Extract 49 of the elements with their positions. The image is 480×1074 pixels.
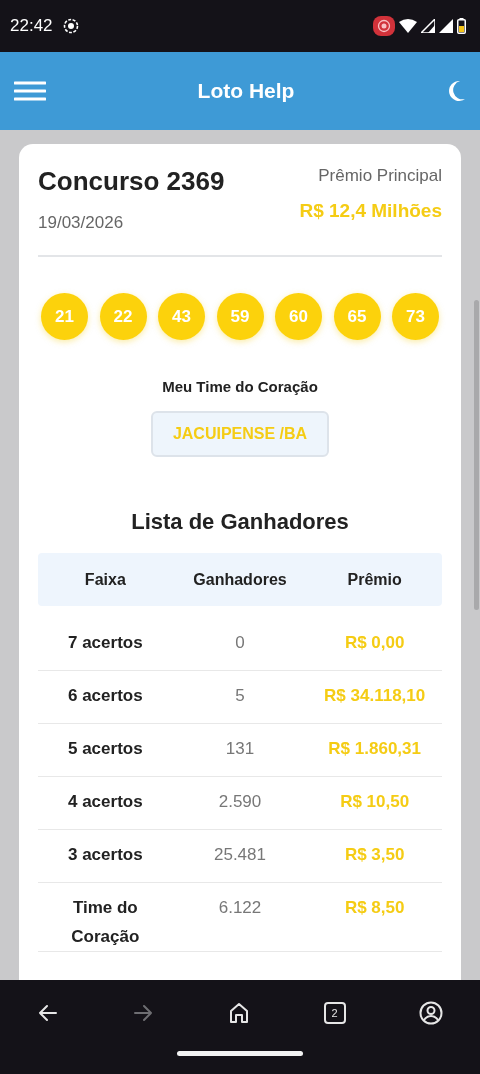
column-header: Prêmio	[346, 570, 403, 589]
winners-cell-text: 131	[224, 738, 256, 760]
tabs-button[interactable]: 2	[323, 1002, 346, 1024]
status-time: 22:42	[10, 16, 53, 36]
tier-cell-text: 6 acertos	[67, 685, 144, 707]
record-icon	[62, 18, 79, 34]
tier-cell-text: 3 acertos	[67, 844, 144, 866]
winners-cell-text: 0	[234, 632, 246, 654]
dark-mode-button[interactable]	[446, 80, 466, 102]
prize-cell-text: R$ 1.860,31	[327, 738, 422, 760]
winners-title: Lista de Ganhadores	[130, 509, 350, 535]
screen-record-icon	[373, 16, 395, 36]
tier-cell-text: Time do Coração	[70, 897, 141, 948]
contest-title: Concurso 2369	[38, 166, 225, 197]
back-button[interactable]	[36, 1002, 59, 1024]
signal-icon	[421, 19, 435, 33]
tier-cell-text: 7 acertos	[67, 632, 144, 654]
number-ball: 65	[333, 293, 381, 340]
menu-button[interactable]	[14, 81, 46, 101]
battery-icon	[457, 18, 466, 34]
winners-cell-text: 6.122	[217, 897, 263, 919]
prize-cell-text: R$ 34.118,10	[323, 685, 427, 707]
number-ball: 21	[41, 293, 88, 340]
app-title: Loto Help	[197, 79, 295, 103]
prize-cell-text: R$ 0,00	[343, 632, 406, 654]
number-ball: 43	[158, 293, 205, 340]
column-header: Faixa	[83, 570, 127, 589]
prize-cell-text: R$ 3,50	[343, 844, 406, 866]
prize-label: Prêmio Principal	[317, 166, 442, 186]
number-ball: 22	[99, 293, 147, 340]
column-header: Ganhadores	[192, 570, 288, 589]
prize-value: R$ 12,4 Milhões	[299, 200, 442, 222]
team-label: Meu Time do Coração	[161, 378, 319, 395]
prize-cell-text: R$ 8,50	[343, 897, 406, 919]
home-button[interactable]	[228, 1002, 250, 1024]
winners-cell-text: 25.481	[213, 844, 267, 866]
winners-cell-text: 5	[234, 685, 246, 707]
winners-cell-text: 2.590	[217, 791, 263, 813]
prize-cell-text: R$ 10,50	[339, 791, 411, 813]
tier-cell-text: 4 acertos	[67, 791, 144, 813]
signal-icon	[439, 19, 453, 33]
number-ball: 60	[275, 293, 322, 340]
number-ball: 73	[392, 293, 439, 340]
draw-date: 19/03/2026	[38, 213, 125, 233]
number-ball: 59	[216, 293, 264, 340]
wifi-icon	[399, 19, 417, 33]
team-badge: JACUIPENSE /BA	[151, 411, 329, 457]
account-button[interactable]	[419, 1001, 444, 1025]
tier-cell-text: 5 acertos	[67, 738, 144, 760]
